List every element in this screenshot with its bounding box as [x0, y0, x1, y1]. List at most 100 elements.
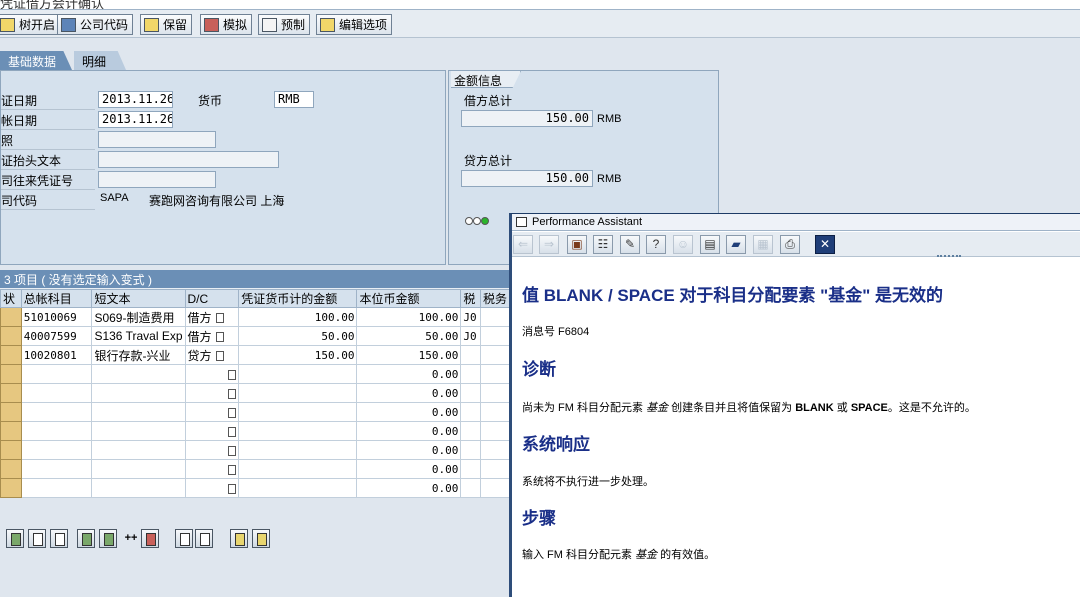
- doc-amount-cell[interactable]: [238, 383, 358, 403]
- gl-account-cell[interactable]: [20, 478, 93, 498]
- tax-jurisdiction-cell[interactable]: [479, 459, 511, 479]
- short-text-cell[interactable]: [91, 383, 186, 403]
- tax-code-cell[interactable]: [460, 402, 481, 422]
- edit-options-button[interactable]: 编辑选项: [316, 14, 393, 35]
- add-row-icon[interactable]: [99, 529, 117, 548]
- tax-jurisdiction-cell[interactable]: [479, 364, 511, 384]
- close-icon[interactable]: ✕: [815, 235, 835, 254]
- cross-cc-number-field[interactable]: [98, 171, 216, 188]
- select-all-icon[interactable]: [28, 529, 46, 548]
- dropdown-icon[interactable]: [227, 445, 236, 456]
- debit-credit-cell[interactable]: 借方: [184, 326, 240, 346]
- doc-amount-cell[interactable]: [238, 402, 358, 422]
- print-icon[interactable]: ⎙: [780, 235, 800, 254]
- debit-credit-cell[interactable]: [184, 440, 240, 460]
- help-icon[interactable]: ?: [646, 235, 666, 254]
- table-row[interactable]: 51010069 S069-制造费用 借方 100.00 100.00 J0: [0, 307, 511, 327]
- debit-credit-cell[interactable]: [184, 459, 240, 479]
- doc-amount-cell[interactable]: [238, 440, 358, 460]
- short-text-cell[interactable]: [91, 459, 186, 479]
- simulate-button[interactable]: 模拟: [200, 14, 253, 35]
- table-row[interactable]: 0.00: [0, 478, 511, 498]
- table-row[interactable]: 0.00: [0, 421, 511, 441]
- tax-code-cell[interactable]: J0: [460, 307, 481, 327]
- gl-account-cell[interactable]: [20, 402, 93, 422]
- row-selector[interactable]: [0, 307, 22, 327]
- header-text-field[interactable]: [98, 151, 279, 168]
- doc-amount-cell[interactable]: [238, 364, 358, 384]
- currency-field[interactable]: RMB: [274, 91, 314, 108]
- gl-account-cell[interactable]: 40007599: [20, 326, 93, 346]
- doc-amount-cell[interactable]: [238, 459, 358, 479]
- short-text-cell[interactable]: [91, 478, 186, 498]
- settings-icon[interactable]: ▦: [753, 235, 773, 254]
- tax-jurisdiction-cell[interactable]: [479, 440, 511, 460]
- reference-field[interactable]: [98, 131, 216, 148]
- doc-amount-cell[interactable]: [238, 421, 358, 441]
- gl-account-cell[interactable]: [20, 421, 93, 441]
- technical-info-icon[interactable]: ☷: [593, 235, 613, 254]
- short-text-cell[interactable]: 银行存款-兴业: [91, 345, 186, 365]
- gl-account-cell[interactable]: [20, 440, 93, 460]
- company-code-button[interactable]: 公司代码: [57, 14, 134, 35]
- document-date-field[interactable]: 2013.11.26: [98, 91, 173, 108]
- col-doc-amount[interactable]: 凭证货币计的金额: [238, 289, 358, 308]
- gl-account-cell[interactable]: 51010069: [20, 307, 93, 327]
- table-row[interactable]: 10020801 银行存款-兴业 贷方 150.00 150.00: [0, 345, 511, 365]
- resize-handle[interactable]: [937, 255, 961, 259]
- debit-credit-cell[interactable]: [184, 402, 240, 422]
- edit-icon[interactable]: ✎: [620, 235, 640, 254]
- debit-credit-cell[interactable]: [184, 383, 240, 403]
- copy-icon[interactable]: [175, 529, 193, 548]
- window-settings-icon[interactable]: ▰: [726, 235, 746, 254]
- row-selector[interactable]: [0, 326, 22, 346]
- deselect-icon[interactable]: [50, 529, 68, 548]
- tax-jurisdiction-cell[interactable]: [479, 345, 511, 365]
- row-selector[interactable]: [0, 421, 22, 441]
- short-text-cell[interactable]: S069-制造费用: [91, 307, 186, 327]
- row-selector[interactable]: [0, 402, 22, 422]
- forward-icon[interactable]: ⇒: [539, 235, 559, 254]
- col-tax-code[interactable]: 税: [460, 289, 481, 308]
- table-row[interactable]: 0.00: [0, 364, 511, 384]
- tax-jurisdiction-cell[interactable]: [479, 402, 511, 422]
- tree-on-button[interactable]: 树开启: [0, 14, 61, 35]
- tax-code-cell[interactable]: [460, 459, 481, 479]
- debit-credit-cell[interactable]: [184, 421, 240, 441]
- row-selector[interactable]: [0, 459, 22, 479]
- dropdown-icon[interactable]: [227, 426, 236, 437]
- tax-code-cell[interactable]: [460, 383, 481, 403]
- short-text-cell[interactable]: [91, 440, 186, 460]
- col-tax-jurisdiction[interactable]: 税务: [479, 289, 511, 308]
- layout-icon[interactable]: ▤: [700, 235, 720, 254]
- row-selector[interactable]: [0, 440, 22, 460]
- short-text-cell[interactable]: S136 Traval Exp: [91, 326, 186, 346]
- col-short-text[interactable]: 短文本: [91, 289, 186, 308]
- gl-account-cell[interactable]: [20, 364, 93, 384]
- person-icon[interactable]: ☺: [673, 235, 693, 254]
- hold-button[interactable]: 保留: [140, 14, 193, 35]
- col-local-amount[interactable]: 本位币金额: [356, 289, 462, 308]
- tax-code-cell[interactable]: [460, 440, 481, 460]
- gl-account-cell[interactable]: 10020801: [20, 345, 93, 365]
- dropdown-icon[interactable]: [227, 483, 236, 494]
- debit-credit-cell[interactable]: [184, 364, 240, 384]
- dropdown-icon[interactable]: [215, 351, 224, 362]
- tax-code-cell[interactable]: [460, 364, 481, 384]
- col-gl-account[interactable]: 总帐科目: [20, 289, 93, 308]
- row-selector[interactable]: [0, 364, 22, 384]
- gl-account-cell[interactable]: [20, 383, 93, 403]
- dropdown-icon[interactable]: [227, 407, 236, 418]
- debit-credit-cell[interactable]: [184, 478, 240, 498]
- gl-account-cell[interactable]: [20, 459, 93, 479]
- book-icon[interactable]: ▣: [567, 235, 587, 254]
- col-status[interactable]: 状: [0, 289, 22, 308]
- tax-code-cell[interactable]: [460, 478, 481, 498]
- doc-amount-cell[interactable]: 150.00: [238, 345, 358, 365]
- doc-amount-cell[interactable]: [238, 478, 358, 498]
- dropdown-icon[interactable]: [215, 313, 224, 324]
- posting-date-field[interactable]: 2013.11.26: [98, 111, 173, 128]
- col-debit-credit[interactable]: D/C: [184, 289, 240, 308]
- filter-icon[interactable]: [252, 529, 270, 548]
- detail-icon[interactable]: [6, 529, 24, 548]
